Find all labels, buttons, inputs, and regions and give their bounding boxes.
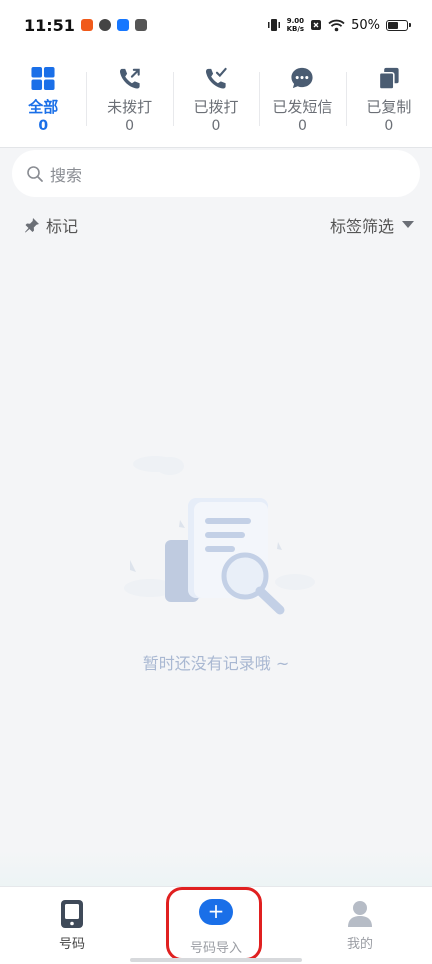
empty-records-illustration bbox=[124, 456, 315, 615]
status-bar: 11:51 9.00 KB/s 50% bbox=[0, 0, 432, 50]
tab-copied[interactable]: 已复制 0 bbox=[345, 64, 432, 134]
nav-numbers[interactable]: 号码 bbox=[0, 887, 144, 964]
no-sim-icon bbox=[311, 20, 322, 30]
copy-icon bbox=[378, 67, 399, 90]
tab-sms-sent[interactable]: 已发短信 0 bbox=[259, 64, 345, 134]
bottom-fade bbox=[0, 850, 432, 886]
phone-device-icon bbox=[61, 900, 83, 928]
notification-app-icon bbox=[134, 19, 147, 31]
message-icon bbox=[291, 67, 313, 88]
notification-app-icon bbox=[98, 19, 111, 31]
tab-count: 0 bbox=[125, 117, 135, 134]
tab-label: 已拨打 bbox=[193, 97, 239, 116]
search-input[interactable]: 搜索 bbox=[12, 150, 420, 197]
vibrate-icon bbox=[267, 19, 280, 31]
nav-import-numbers[interactable]: + 号码导入 bbox=[144, 887, 288, 964]
phone-check-icon bbox=[206, 67, 227, 88]
empty-state: 暂时还没有记录哦 ~ bbox=[0, 450, 432, 690]
caret-down-icon bbox=[402, 221, 414, 228]
battery-icon bbox=[386, 19, 411, 31]
nav-label: 我的 bbox=[346, 937, 373, 952]
network-speed-unit: KB/s bbox=[286, 25, 305, 33]
battery-percent: 50% bbox=[351, 17, 380, 33]
marks-toggle[interactable]: 标记 bbox=[24, 213, 78, 237]
tab-label: 全部 bbox=[28, 97, 59, 116]
nav-mine[interactable]: 我的 bbox=[288, 887, 432, 964]
tab-label: 已复制 bbox=[366, 97, 412, 116]
nav-label: 号码 bbox=[58, 937, 85, 952]
filter-tabs: 全部 0 未拨打 0 已拨打 0 已发短信 0 已复制 0 bbox=[0, 50, 432, 148]
tab-not-dialed[interactable]: 未拨打 0 bbox=[86, 64, 172, 134]
bottom-nav: 号码 + 号码导入 我的 bbox=[0, 886, 432, 964]
tab-dialed[interactable]: 已拨打 0 bbox=[172, 64, 259, 134]
notification-app-icon bbox=[80, 19, 93, 31]
tab-count: 0 bbox=[211, 117, 221, 134]
home-indicator[interactable] bbox=[130, 958, 302, 962]
tag-filter-label: 标签筛选 bbox=[329, 217, 394, 236]
status-time: 11:51 bbox=[24, 15, 75, 35]
status-left: 11:51 bbox=[24, 16, 147, 35]
wifi-icon bbox=[328, 19, 345, 31]
empty-message: 暂时还没有记录哦 ~ bbox=[142, 654, 290, 673]
grid-icon bbox=[31, 66, 55, 90]
marks-label: 标记 bbox=[46, 217, 79, 236]
tag-filter-dropdown[interactable]: 标签筛选 bbox=[330, 213, 414, 237]
search-icon bbox=[27, 165, 43, 182]
network-speed: 9.00 KB/s bbox=[287, 17, 304, 33]
search-placeholder: 搜索 bbox=[50, 165, 83, 185]
tab-all[interactable]: 全部 0 bbox=[0, 64, 86, 134]
tab-count: 0 bbox=[297, 117, 307, 134]
user-icon bbox=[348, 901, 372, 927]
plus-icon: + bbox=[199, 899, 233, 925]
status-right: 9.00 KB/s 50% bbox=[267, 17, 411, 33]
tab-count: 0 bbox=[38, 117, 49, 134]
pin-icon bbox=[25, 218, 39, 233]
nav-label: 号码导入 bbox=[189, 941, 242, 956]
tab-count: 0 bbox=[384, 117, 394, 134]
phone-outgoing-icon bbox=[119, 68, 140, 88]
filter-row: 标记 标签筛选 bbox=[24, 211, 414, 239]
alipay-icon bbox=[116, 19, 129, 31]
network-speed-value: 9.00 bbox=[286, 17, 304, 25]
tab-label: 未拨打 bbox=[107, 97, 153, 116]
tab-label: 已发短信 bbox=[272, 97, 333, 116]
